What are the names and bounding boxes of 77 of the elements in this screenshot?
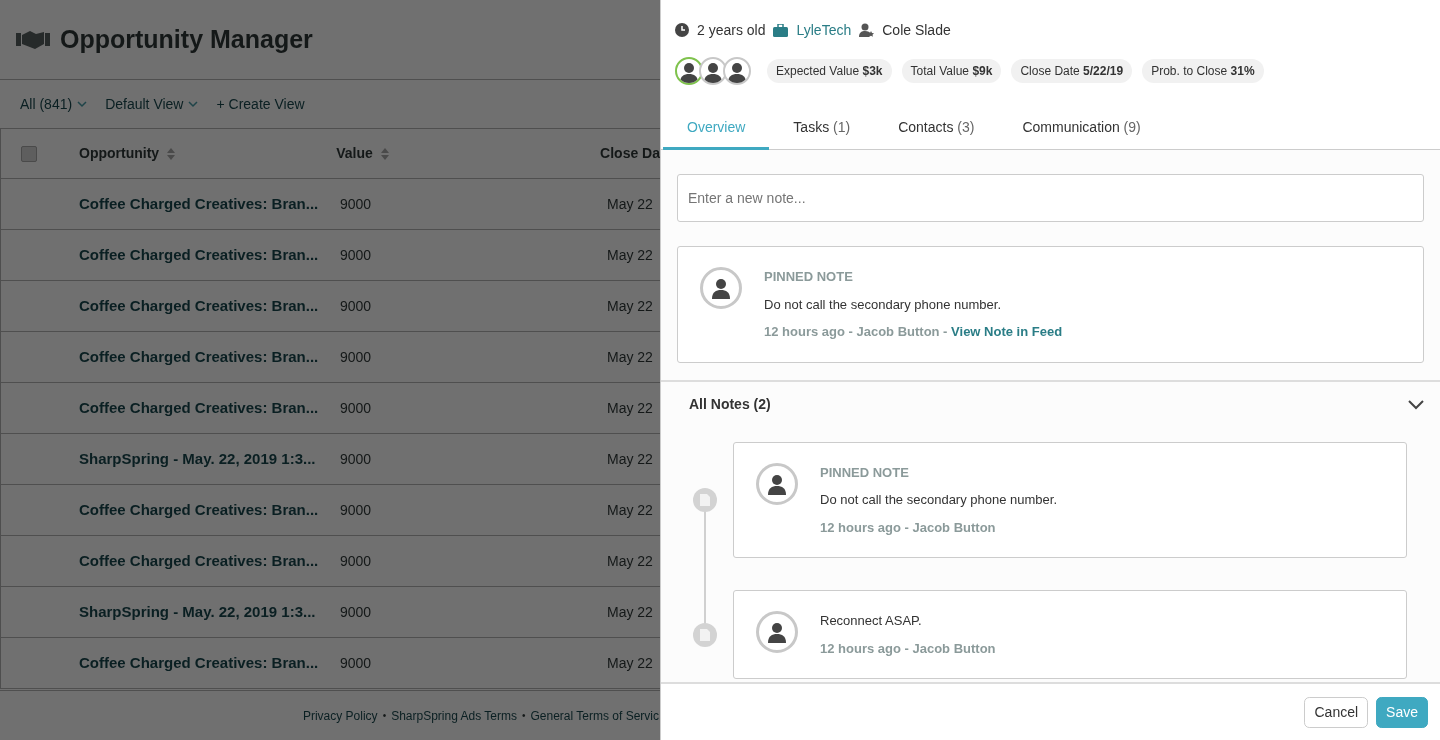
footer-link[interactable]: Privacy Policy (302, 706, 378, 725)
value-cell-text: 9000 (340, 602, 372, 622)
value-cell-text: 9000 (340, 347, 372, 367)
opportunity-link[interactable]: Coffee Charged Creatives: Bran... (21, 294, 319, 318)
note-byline: 12 hours ago - Jacob Button (820, 639, 996, 658)
create-view-link[interactable]: + Create View (216, 93, 305, 115)
note-byline: 12 hours ago - Jacob Button (820, 518, 997, 537)
opportunity-link[interactable]: SharpSpring - May. 22, 2019 1:3... (21, 447, 316, 471)
opportunity-link[interactable]: Coffee Charged Creatives: Bran... (21, 498, 319, 522)
note-heading: PINNED NOTE (764, 268, 854, 286)
avatar-icon (756, 462, 798, 505)
close-date-cell-text: May 22 (607, 347, 653, 367)
avatar[interactable] (699, 57, 727, 85)
opportunity-link[interactable]: Coffee Charged Creatives: Bran... (21, 651, 319, 675)
opportunity-link[interactable]: Coffee Charged Creatives: Bran... (21, 192, 319, 216)
view-note-link[interactable]: View Note in Feed (951, 324, 1063, 339)
value-cell-text: 9000 (340, 398, 372, 418)
cancel-button[interactable]: Cancel (1304, 696, 1369, 728)
value-cell-text: 9000 (340, 245, 372, 265)
value-cell-text: 9000 (340, 500, 372, 520)
value-cell-text: 9000 (340, 551, 372, 571)
save-button[interactable]: Save (1376, 696, 1428, 728)
value-cell-text: 9000 (340, 194, 372, 214)
avatar-icon (700, 267, 742, 309)
opportunity-link[interactable]: Coffee Charged Creatives: Bran... (21, 549, 319, 573)
separator: • (382, 709, 387, 723)
avatar[interactable] (675, 57, 703, 85)
close-date-cell-text: May 22 (607, 551, 653, 571)
tab[interactable]: Tasks (1) (769, 108, 875, 150)
tab[interactable]: Communication (9) (998, 108, 1165, 150)
opportunity-link[interactable]: SharpSpring - May. 22, 2019 1:3... (21, 600, 316, 624)
tab[interactable]: Contacts (3) (874, 108, 999, 150)
opportunity-link[interactable]: Coffee Charged Creatives: Bran... (21, 243, 319, 267)
note-marker-icon (693, 487, 717, 512)
opportunity-link[interactable]: Coffee Charged Creatives: Bran... (21, 345, 319, 369)
view-dropdown[interactable]: All (841) (20, 93, 88, 115)
stat-chip: Total Value $9k (901, 59, 1002, 83)
footer-link[interactable]: General Terms of Servic (530, 706, 659, 725)
briefcase-icon (773, 23, 789, 37)
separator: • (522, 709, 526, 723)
note-text: Reconnect ASAP. (820, 612, 923, 630)
stat-chip: Expected Value $3k (767, 59, 892, 83)
owner-text: Cole Slade (882, 20, 951, 40)
footer-link[interactable]: SharpSpring Ads Terms (391, 706, 517, 725)
value-cell-text: 9000 (340, 449, 372, 469)
close-date-cell-text: May 22 (607, 602, 653, 622)
stat-chip: Prob. to Close 31% (1142, 59, 1264, 83)
note-text: Do not call the secondary phone number. (820, 491, 1058, 509)
column-header[interactable]: Value (336, 143, 373, 164)
close-date-cell-text: May 22 (607, 449, 653, 469)
close-date-cell-text: May 22 (607, 194, 653, 214)
note-input-field[interactable]: Enter a new note... (677, 174, 1424, 222)
close-date-cell-text: May 22 (607, 653, 653, 673)
close-date-cell-text: May 22 (607, 296, 653, 316)
select-all-checkbox[interactable] (21, 145, 37, 162)
avatar[interactable] (723, 57, 751, 85)
avatar-icon (756, 611, 798, 653)
note-byline: 12 hours ago - Jacob Button - View Note in Feed (764, 323, 1063, 341)
note-text: Do not call the secondary phone number. (764, 295, 1003, 314)
age-text: 2 years old (697, 20, 766, 40)
app-title: Opportunity Manager (60, 23, 313, 55)
note-heading: PINNED NOTE (820, 463, 910, 482)
column-header[interactable]: Close Da (600, 143, 660, 164)
section-title: All Notes (2) (689, 395, 771, 414)
company-link[interactable]: LyleTech (796, 19, 852, 41)
opportunity-link[interactable]: Coffee Charged Creatives: Bran... (21, 396, 319, 420)
clock-icon (675, 23, 689, 37)
value-cell-text: 9000 (340, 296, 372, 316)
user-star-icon (859, 23, 875, 37)
close-date-cell-text: May 22 (607, 245, 653, 265)
value-cell-text: 9000 (340, 653, 372, 673)
column-header[interactable]: Opportunity (79, 143, 160, 164)
stat-chip: Close Date 5/22/19 (1011, 59, 1133, 83)
close-date-cell-text: May 22 (607, 398, 653, 418)
close-date-cell-text: May 22 (607, 500, 653, 520)
note-marker-icon (693, 622, 717, 647)
view-dropdown[interactable]: Default View (105, 93, 199, 115)
